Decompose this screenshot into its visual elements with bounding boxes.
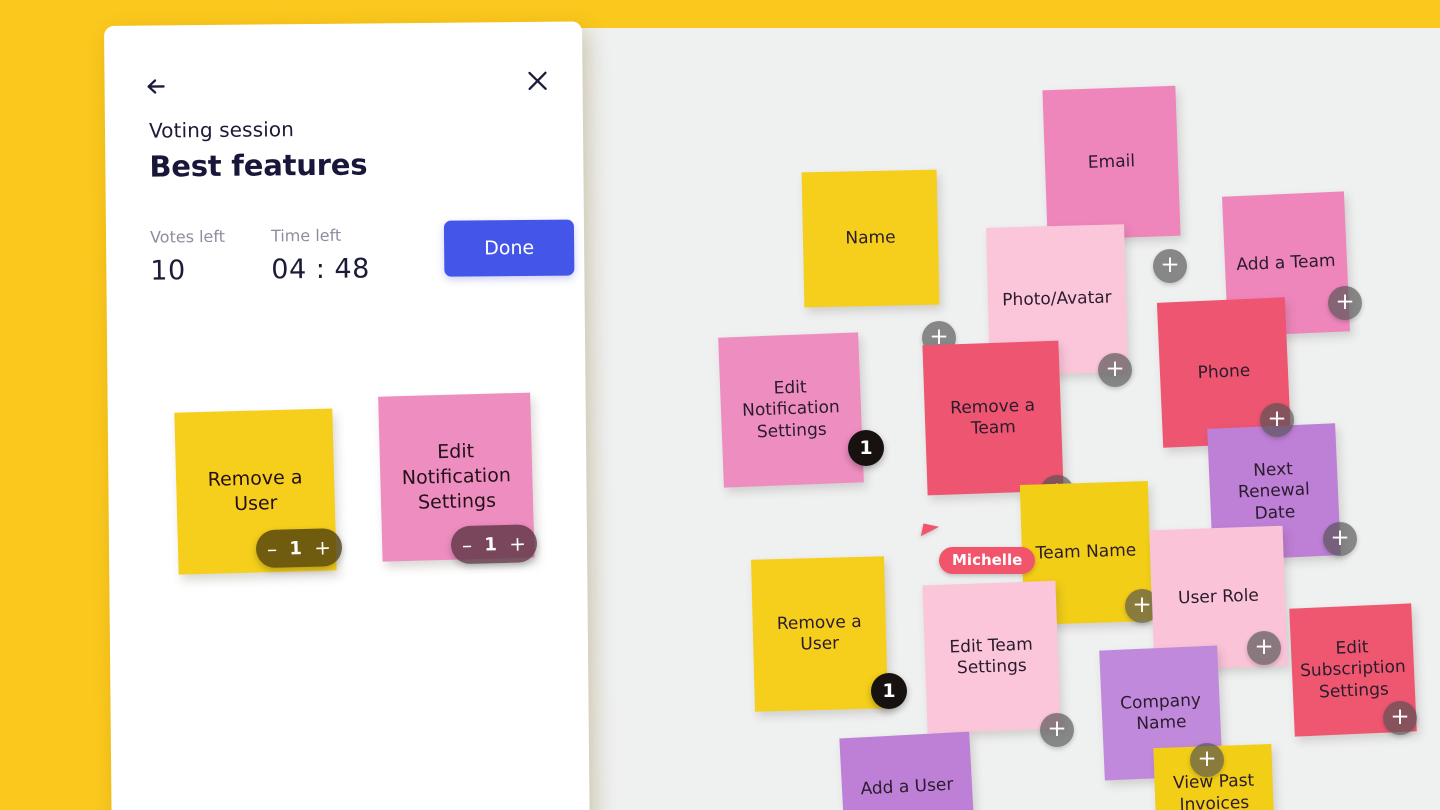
- panel-toolbar: [104, 65, 582, 116]
- sticky-note-label: Edit Notification Settings: [741, 377, 841, 442]
- sticky-note-label: Name: [845, 227, 896, 249]
- vote-count: 1: [859, 437, 873, 459]
- plus-icon: +: [1160, 251, 1180, 278]
- sticky-note-label: Remove a Team: [949, 395, 1036, 439]
- sticky-note-edit-team-settings[interactable]: Edit Team Settings: [922, 580, 1061, 734]
- plus-icon: +: [1267, 405, 1287, 432]
- vote-stepper[interactable]: – 1 +: [255, 527, 343, 569]
- decrease-vote-button[interactable]: –: [267, 537, 278, 561]
- voting-session-panel: Voting session Best features Votes left …: [104, 21, 590, 810]
- sticky-note-label: Phone: [1197, 360, 1251, 384]
- votes-left-label: Votes left: [149, 226, 226, 247]
- add-vote-button[interactable]: +: [1040, 713, 1074, 747]
- voted-notes-list: Remove a User – 1 + Edit Notification Se…: [107, 381, 587, 606]
- plus-icon: +: [1390, 703, 1410, 730]
- time-left-value: 04 : 48: [271, 253, 370, 286]
- increase-vote-button[interactable]: +: [509, 531, 526, 555]
- time-left-label: Time left: [270, 225, 342, 246]
- sticky-note-label: Next Renewal Date: [1237, 459, 1311, 524]
- back-arrow-icon[interactable]: [140, 69, 174, 103]
- plus-icon: +: [1330, 524, 1350, 551]
- vote-count: 1: [484, 533, 498, 556]
- sticky-note-label: Add a Team: [1236, 251, 1336, 276]
- sticky-note-label: Email: [1087, 151, 1136, 174]
- screen: Name + Email + Photo/Avatar + Add a Team: [0, 0, 1440, 810]
- collaborator-name: Michelle: [939, 547, 1036, 574]
- sticky-note-label: Photo/Avatar: [1002, 287, 1112, 311]
- cursor-pointer-icon: [920, 523, 940, 540]
- voted-note-label: Remove a User: [207, 466, 303, 516]
- sticky-note-email[interactable]: Email: [1042, 85, 1181, 241]
- add-vote-button[interactable]: +: [1247, 631, 1281, 665]
- close-icon[interactable]: [520, 64, 554, 98]
- increase-vote-button[interactable]: +: [314, 535, 331, 559]
- sticky-note-label: Edit Team Settings: [949, 634, 1034, 679]
- vote-count: 1: [289, 537, 303, 559]
- done-button[interactable]: Done: [443, 219, 575, 277]
- sticky-note-remove-a-team[interactable]: Remove a Team: [922, 340, 1064, 496]
- plus-icon: +: [1335, 288, 1355, 315]
- add-vote-button[interactable]: +: [1260, 403, 1294, 437]
- votes-left-value: 10: [150, 255, 186, 287]
- plus-icon: +: [1105, 355, 1125, 382]
- plus-icon: +: [1132, 591, 1152, 618]
- sticky-note-label: User Role: [1177, 585, 1260, 609]
- decrease-vote-button[interactable]: –: [462, 533, 473, 557]
- sticky-note-board[interactable]: Name + Email + Photo/Avatar + Add a Team: [470, 28, 1440, 810]
- add-vote-button[interactable]: +: [1153, 249, 1187, 283]
- sticky-note-label: View Past Invoices: [1172, 770, 1255, 810]
- sticky-note-label: Team Name: [1035, 540, 1137, 564]
- sticky-note-label: Company Name: [1119, 690, 1202, 735]
- sticky-note-label: Add a User: [860, 774, 954, 800]
- add-vote-button[interactable]: +: [1190, 743, 1224, 777]
- panel-eyebrow: Voting session: [148, 117, 295, 143]
- plus-icon: +: [1047, 715, 1067, 742]
- sticky-note-edit-notification-settings[interactable]: Edit Notification Settings: [718, 332, 864, 488]
- vote-stepper[interactable]: – 1 +: [450, 524, 538, 565]
- page-title: Best features: [149, 147, 368, 184]
- sticky-note-add-a-user[interactable]: Add a User: [839, 731, 975, 810]
- add-vote-button[interactable]: +: [1323, 522, 1357, 556]
- vote-count: 1: [882, 680, 896, 702]
- voted-note-label: Edit Notification Settings: [401, 440, 512, 514]
- add-vote-button[interactable]: +: [1328, 286, 1362, 320]
- add-vote-button[interactable]: +: [1098, 353, 1132, 387]
- vote-count-badge[interactable]: 1: [871, 673, 907, 709]
- vote-count-badge[interactable]: 1: [848, 430, 884, 466]
- add-vote-button[interactable]: +: [1383, 701, 1417, 735]
- sticky-note-label: Edit Subscription Settings: [1299, 637, 1407, 703]
- plus-icon: +: [1197, 745, 1217, 772]
- sticky-note-name[interactable]: Name: [801, 169, 940, 308]
- plus-icon: +: [1254, 633, 1274, 660]
- sticky-note-remove-a-user[interactable]: Remove a User: [751, 556, 888, 712]
- sticky-note-label: Remove a User: [776, 611, 862, 655]
